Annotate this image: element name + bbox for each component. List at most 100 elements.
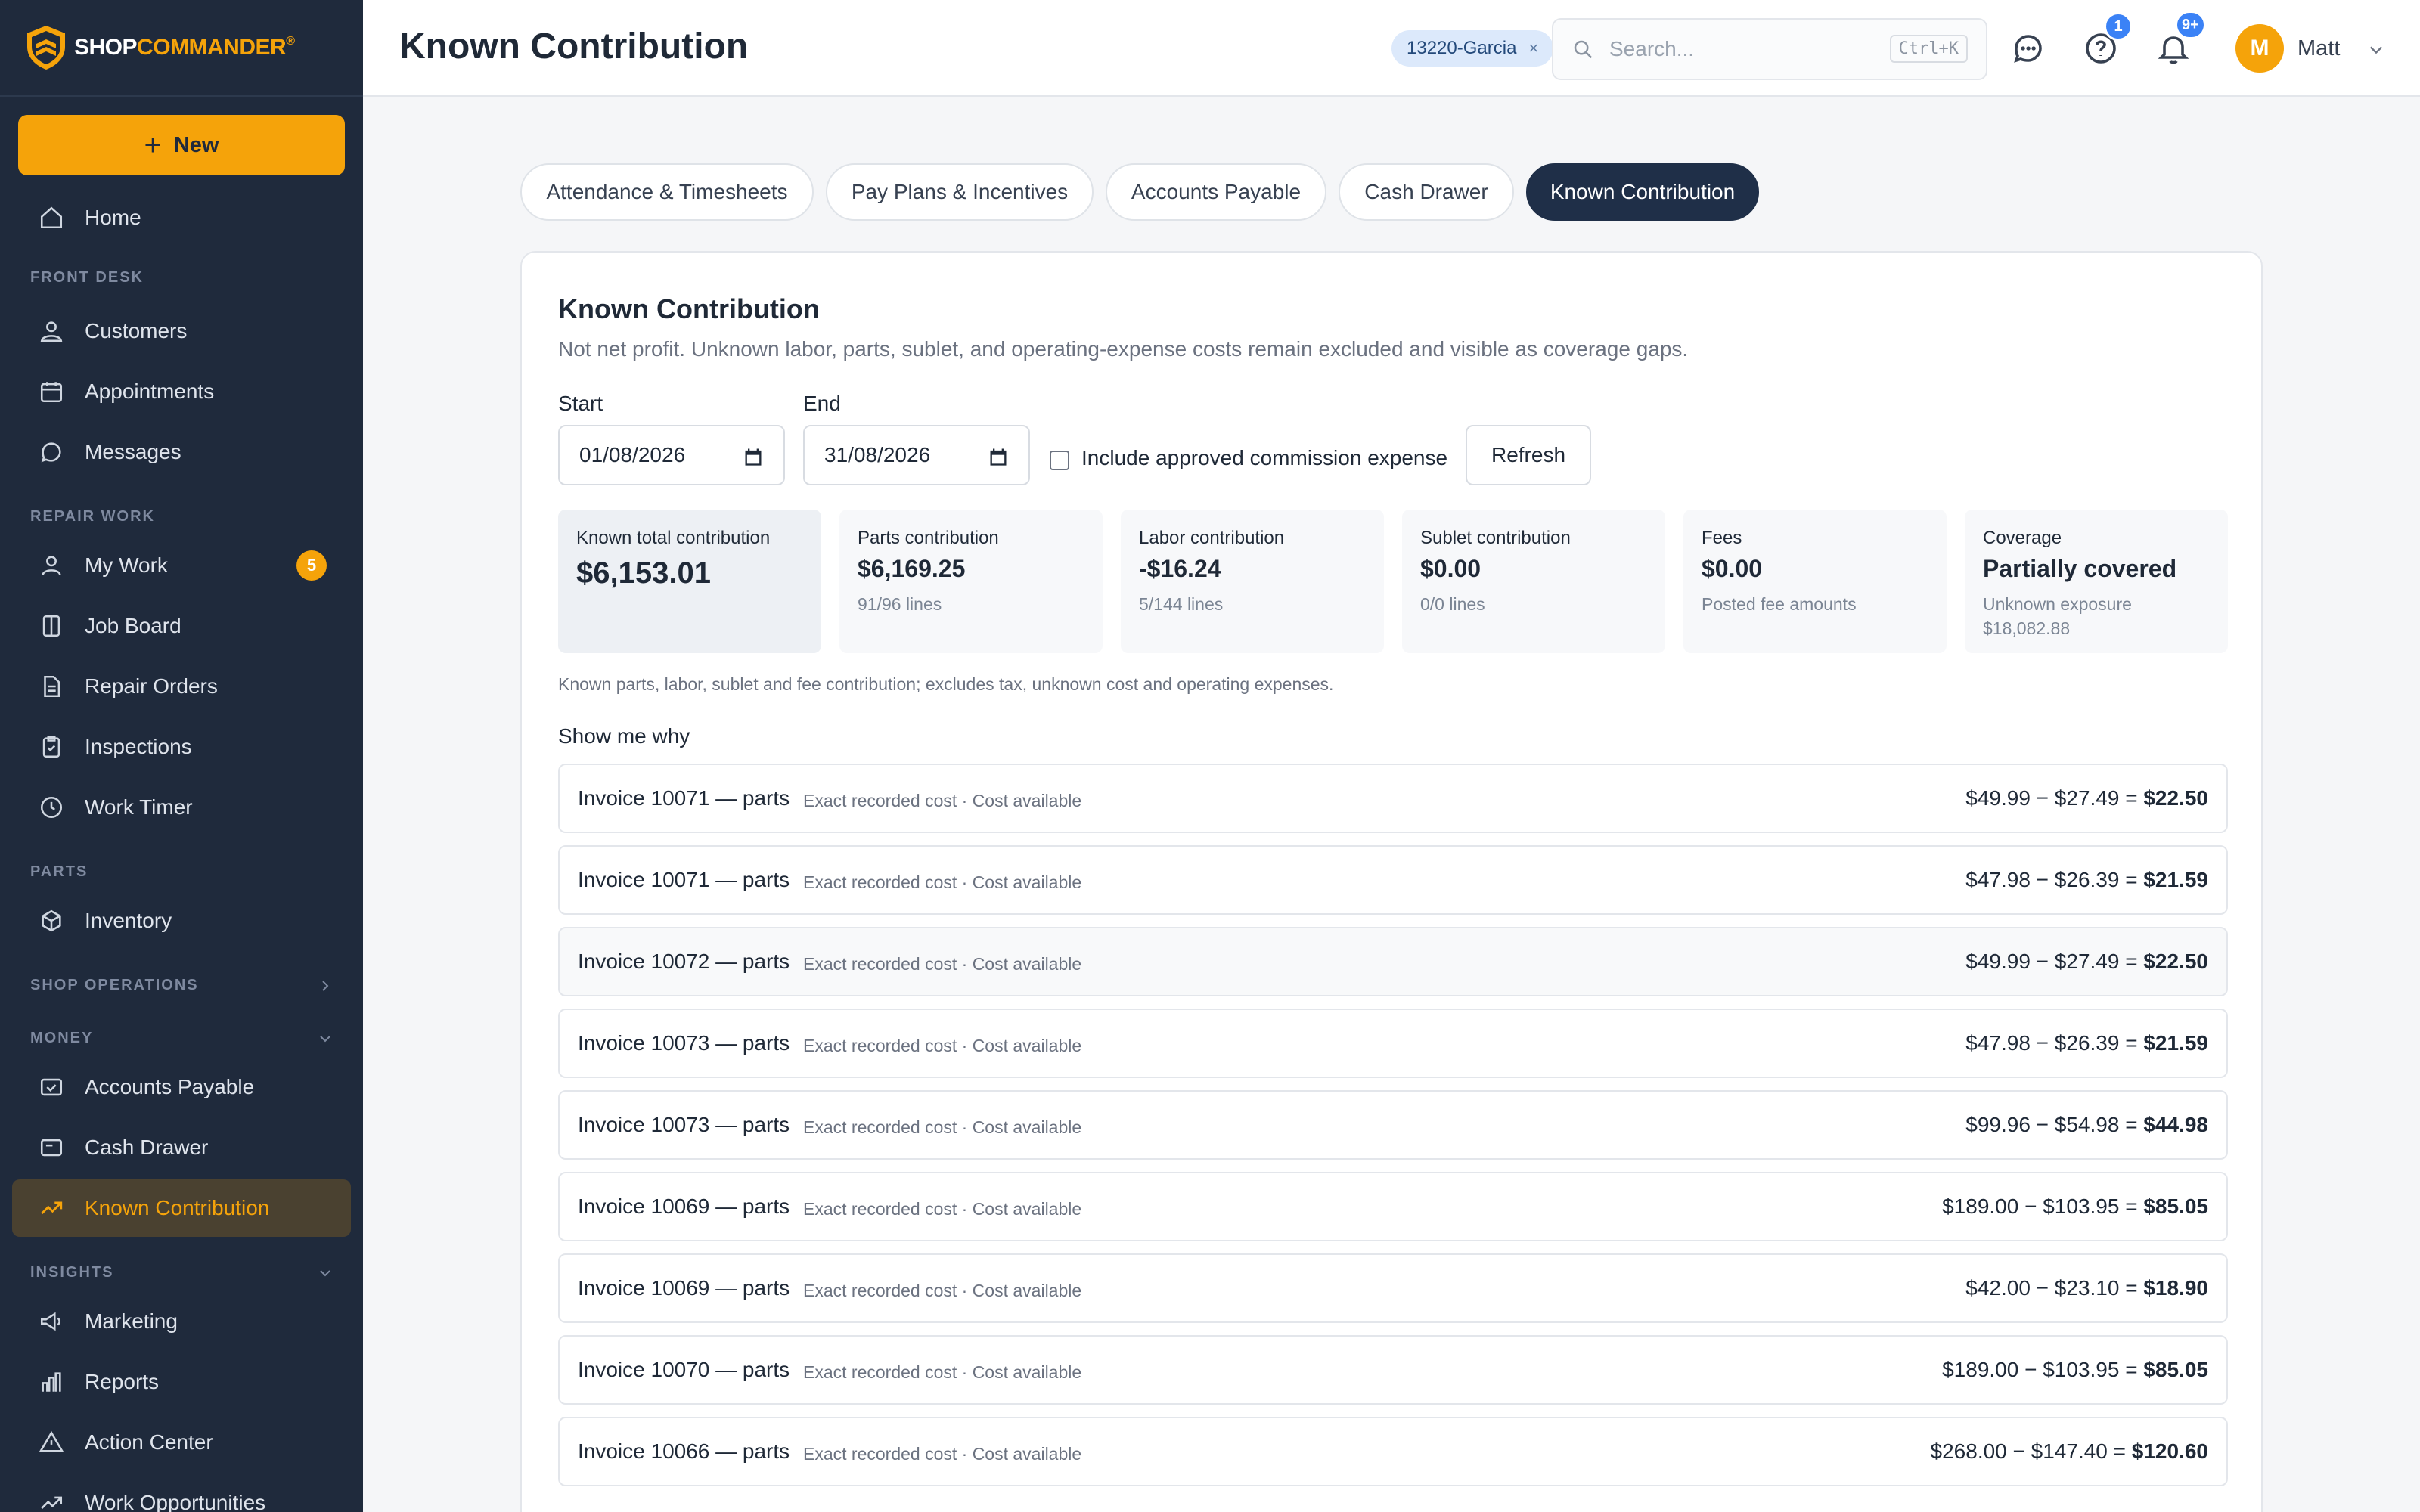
stat-value: $0.00 <box>1702 555 1763 582</box>
sidebar-item-repair-orders[interactable]: Repair Orders <box>12 658 351 715</box>
sidebar-item-marketing[interactable]: Marketing <box>12 1293 351 1350</box>
tab-pay-plans[interactable]: Pay Plans & Incentives <box>826 163 1094 221</box>
stat-label: Fees <box>1702 528 1742 548</box>
contribution-row[interactable]: Invoice 10073 — parts Exact recorded cost… <box>558 1090 2228 1160</box>
sidebar-item-known-contribution[interactable]: Known Contribution <box>12 1179 351 1237</box>
bill-check-icon <box>38 1074 65 1101</box>
sidebar-item-my-work[interactable]: My Work 5 <box>12 537 351 594</box>
sidebar-item-inspections[interactable]: Inspections <box>12 718 351 776</box>
stat-label: Sublet contribution <box>1420 528 1571 548</box>
section-money[interactable]: MONEY <box>30 1030 93 1047</box>
row-result: $21.59 <box>2143 1031 2208 1055</box>
stat-value: $6,153.01 <box>576 556 711 590</box>
contribution-row[interactable]: Invoice 10066 — parts Exact recorded cost… <box>558 1417 2228 1486</box>
sidebar-item-job-board[interactable]: Job Board <box>12 597 351 655</box>
contribution-row[interactable]: Invoice 10069 — parts Exact recorded cost… <box>558 1253 2228 1323</box>
sidebar-item-label: Home <box>85 206 141 229</box>
row-result: $21.59 <box>2143 868 2208 891</box>
sidebar-item-label: Action Center <box>85 1430 213 1454</box>
help-badge: 1 <box>2104 12 2133 41</box>
chat-icon[interactable] <box>2010 30 2046 67</box>
sidebar-item-appointments[interactable]: Appointments <box>12 363 351 420</box>
row-title: Invoice 10069 — parts <box>578 1194 790 1218</box>
refresh-button[interactable]: Refresh <box>1466 425 1591 485</box>
row-title: Invoice 10073 — parts <box>578 1113 790 1136</box>
sidebar-item-customers[interactable]: Customers <box>12 302 351 360</box>
row-result: $85.05 <box>2143 1358 2208 1381</box>
stat-coverage: Coverage Partially covered Unknown expos… <box>1965 510 2228 653</box>
sidebar-item-home[interactable]: Home <box>12 189 351 246</box>
sidebar-item-reports[interactable]: Reports <box>12 1353 351 1411</box>
sidebar-item-cash-drawer[interactable]: Cash Drawer <box>12 1119 351 1176</box>
sidebar-item-label: Appointments <box>85 380 215 403</box>
commission-checkbox-label[interactable]: Include approved commission expense <box>1081 446 1447 470</box>
row-title: Invoice 10066 — parts <box>578 1439 790 1463</box>
page-title: Known Contribution <box>399 26 749 67</box>
section-front-desk: FRONT DESK <box>30 269 144 286</box>
chevron-right-icon[interactable] <box>318 978 333 993</box>
stat-meta: Unknown exposure $18,082.88 <box>1983 594 2132 638</box>
home-icon <box>38 204 65 231</box>
stat-value: Partially covered <box>1983 555 2177 582</box>
row-formula: $42.00 − $23.10 = <box>1965 1276 2144 1300</box>
row-result: $22.50 <box>2143 950 2208 973</box>
location-chip-label: 13220-Garcia <box>1407 38 1517 58</box>
board-icon <box>38 612 65 640</box>
contribution-row[interactable]: Invoice 10072 — parts Exact recorded cost… <box>558 927 2228 996</box>
row-title: Invoice 10071 — parts <box>578 786 790 810</box>
sidebar-item-label: My Work <box>85 553 168 577</box>
sidebar-item-inventory[interactable]: Inventory <box>12 892 351 950</box>
user-name[interactable]: Matt <box>2297 36 2340 61</box>
avatar[interactable]: M <box>2235 24 2284 73</box>
section-insights[interactable]: INSIGHTS <box>30 1264 113 1281</box>
calendar-icon[interactable] <box>743 446 764 467</box>
tab-known-contribution[interactable]: Known Contribution <box>1526 163 1759 221</box>
search-input[interactable]: Search... Ctrl+K <box>1552 18 1987 80</box>
trend-up-icon <box>38 1489 65 1512</box>
contribution-row[interactable]: Invoice 10071 — parts Exact recorded cost… <box>558 845 2228 915</box>
row-result: $44.98 <box>2143 1113 2208 1136</box>
location-chip[interactable]: 13220-Garcia × <box>1392 30 1554 67</box>
contribution-row[interactable]: Invoice 10071 — parts Exact recorded cost… <box>558 764 2228 833</box>
end-date-input[interactable]: 31/08/2026 <box>803 425 1030 485</box>
stat-value: $0.00 <box>1420 555 1481 582</box>
row-formula: $189.00 − $103.95 = <box>1942 1358 2144 1381</box>
commission-checkbox[interactable] <box>1050 451 1069 470</box>
contribution-row[interactable]: Invoice 10070 — parts Exact recorded cost… <box>558 1335 2228 1405</box>
known-contribution-card: Known Contribution Not net profit. Unkno… <box>520 251 2263 1512</box>
sidebar-item-work-timer[interactable]: Work Timer <box>12 779 351 836</box>
chevron-down-icon[interactable] <box>318 1031 333 1046</box>
sidebar-item-accounts-payable[interactable]: Accounts Payable <box>12 1058 351 1116</box>
new-button[interactable]: + New <box>18 115 345 175</box>
sidebar-item-label: Marketing <box>85 1309 178 1333</box>
search-placeholder: Search... <box>1609 37 1695 60</box>
sidebar-item-label: Cash Drawer <box>85 1136 209 1159</box>
row-calculation: $49.99 − $27.49 = $22.50 <box>1965 950 2208 974</box>
sidebar-item-label: Inspections <box>85 735 192 758</box>
chevron-down-icon[interactable] <box>2367 41 2385 59</box>
megaphone-icon <box>38 1308 65 1335</box>
row-cost-meta: Exact recorded cost · Cost available <box>803 791 1082 810</box>
brand-logo[interactable]: SHOPCOMMANDER® <box>0 0 363 97</box>
chevron-down-icon[interactable] <box>318 1266 333 1281</box>
contribution-row[interactable]: Invoice 10073 — parts Exact recorded cost… <box>558 1009 2228 1078</box>
sidebar-item-label: Work Opportunities <box>85 1491 266 1512</box>
sidebar-item-messages[interactable]: Messages <box>12 423 351 481</box>
contribution-row[interactable]: Invoice 10069 — parts Exact recorded cost… <box>558 1172 2228 1241</box>
tab-accounts-payable[interactable]: Accounts Payable <box>1106 163 1326 221</box>
stat-meta: 0/0 lines <box>1420 594 1485 614</box>
row-cost-meta: Exact recorded cost · Cost available <box>803 872 1082 892</box>
section-shop-operations[interactable]: SHOP OPERATIONS <box>30 977 199 994</box>
start-date-input[interactable]: 01/08/2026 <box>558 425 785 485</box>
tab-attendance-timesheets[interactable]: Attendance & Timesheets <box>520 163 814 221</box>
section-parts: PARTS <box>30 863 88 880</box>
tab-cash-drawer[interactable]: Cash Drawer <box>1339 163 1514 221</box>
clipboard-check-icon <box>38 733 65 761</box>
unknown-exposure-value: $18,082.88 <box>1983 618 2071 638</box>
sidebar-item-work-opportunities[interactable]: Work Opportunities <box>12 1474 351 1512</box>
sidebar-item-action-center[interactable]: Action Center <box>12 1414 351 1471</box>
close-icon[interactable]: × <box>1528 39 1538 58</box>
calendar-icon[interactable] <box>988 446 1009 467</box>
card-subtitle: Not net profit. Unknown labor, parts, su… <box>558 337 1689 361</box>
row-title: Invoice 10071 — parts <box>578 868 790 891</box>
